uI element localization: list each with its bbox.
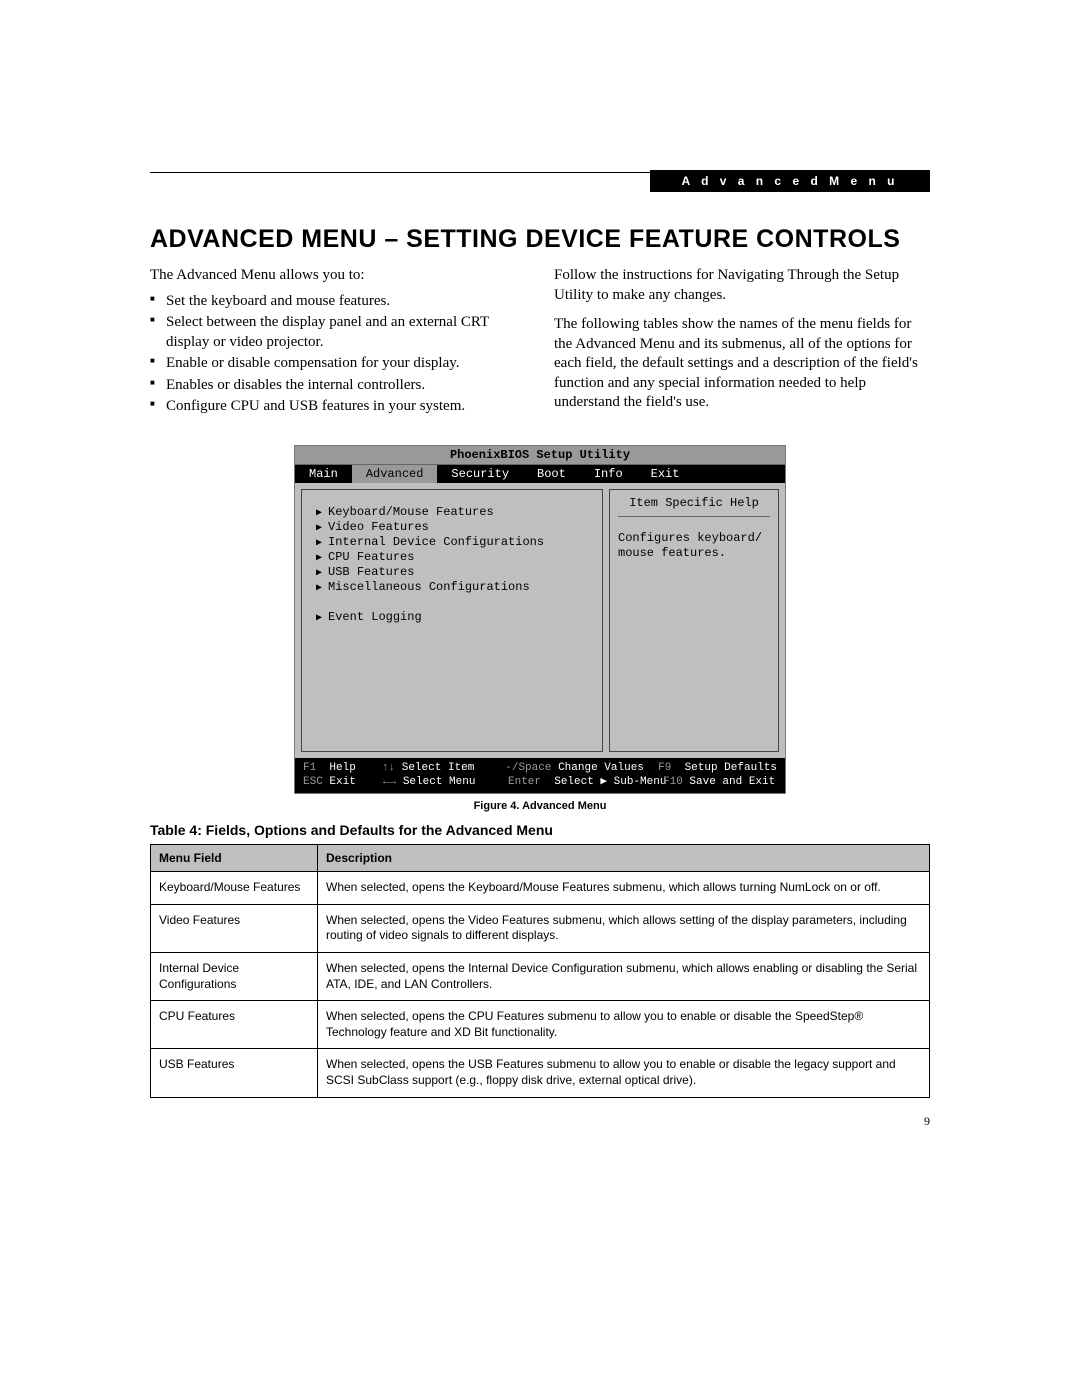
key-f9: F9	[658, 762, 671, 774]
tab-advanced[interactable]: Advanced	[352, 465, 438, 483]
bios-window-title: PhoenixBIOS Setup Utility	[295, 446, 785, 465]
key-arrows-leftright: ←→	[383, 776, 396, 788]
key-label: Help	[329, 762, 355, 774]
document-page: A d v a n c e d M e n u ADVANCED MENU – …	[0, 0, 1080, 1397]
table-cell-field: CPU Features	[151, 1001, 318, 1049]
bios-tab-bar: Main Advanced Security Boot Info Exit	[295, 465, 785, 483]
left-column: The Advanced Menu allows you to: Set the…	[150, 266, 526, 423]
key-label: Select ▶ Sub-Menu	[554, 776, 666, 788]
key-label: Exit	[329, 776, 355, 788]
page-number: 9	[924, 1114, 930, 1129]
advanced-menu-fields-table: Menu Field Description Keyboard/Mouse Fe…	[150, 844, 930, 1097]
key-enter: Enter	[508, 776, 541, 788]
bios-menu-item[interactable]: Event Logging	[316, 610, 592, 624]
key-label: Select Item	[402, 762, 475, 774]
key-label: Save and Exit	[689, 776, 775, 788]
table-cell-desc: When selected, opens the Keyboard/Mouse …	[318, 872, 930, 905]
intro-text: The Advanced Menu allows you to:	[150, 266, 526, 286]
bios-menu-item[interactable]: Video Features	[316, 520, 592, 534]
table-header-menu-field: Menu Field	[151, 845, 318, 872]
table-header-description: Description	[318, 845, 930, 872]
bios-menu-item[interactable]: CPU Features	[316, 550, 592, 564]
bios-body: Keyboard/Mouse Features Video Features I…	[295, 483, 785, 758]
bios-help-pane: Item Specific Help Configures keyboard/ …	[609, 489, 779, 752]
tab-exit[interactable]: Exit	[637, 465, 694, 483]
table-row: CPU Features When selected, opens the CP…	[151, 1001, 930, 1049]
list-item: Set the keyboard and mouse features.	[150, 292, 526, 312]
tab-main[interactable]: Main	[295, 465, 352, 483]
table-cell-desc: When selected, opens the USB Features su…	[318, 1049, 930, 1097]
table-row: USB Features When selected, opens the US…	[151, 1049, 930, 1097]
table-cell-field: Keyboard/Mouse Features	[151, 872, 318, 905]
section-header-badge: A d v a n c e d M e n u	[650, 170, 930, 192]
table-cell-desc: When selected, opens the Video Features …	[318, 904, 930, 952]
list-item: Enables or disables the internal control…	[150, 376, 526, 396]
key-f10: F10	[663, 776, 683, 788]
bios-menu-item[interactable]: Internal Device Configurations	[316, 535, 592, 549]
table-cell-field: USB Features	[151, 1049, 318, 1097]
list-item: Configure CPU and USB features in your s…	[150, 397, 526, 417]
paragraph: Follow the instructions for Navigating T…	[554, 266, 930, 305]
table-cell-field: Video Features	[151, 904, 318, 952]
figure-caption: Figure 4. Advanced Menu	[150, 800, 930, 812]
list-item: Select between the display panel and an …	[150, 313, 526, 352]
bios-menu-item[interactable]: Keyboard/Mouse Features	[316, 505, 592, 519]
key-label: Setup Defaults	[685, 762, 777, 774]
bios-menu-item[interactable]: Miscellaneous Configurations	[316, 580, 592, 594]
key-esc: ESC	[303, 776, 323, 788]
spacer	[316, 595, 592, 609]
feature-bullet-list: Set the keyboard and mouse features. Sel…	[150, 292, 526, 417]
key-arrows-updown: ↑↓	[382, 762, 395, 774]
table-cell-desc: When selected, opens the CPU Features su…	[318, 1001, 930, 1049]
table-title: Table 4: Fields, Options and Defaults fo…	[150, 822, 930, 838]
tab-boot[interactable]: Boot	[523, 465, 580, 483]
two-column-body: The Advanced Menu allows you to: Set the…	[150, 266, 930, 423]
bios-menu-item[interactable]: USB Features	[316, 565, 592, 579]
key-minus-space: -/Space	[505, 762, 551, 774]
help-pane-title: Item Specific Help	[618, 496, 770, 517]
key-f1: F1	[303, 762, 316, 774]
bios-screenshot: PhoenixBIOS Setup Utility Main Advanced …	[294, 445, 786, 795]
right-column: Follow the instructions for Navigating T…	[554, 266, 930, 423]
table-cell-desc: When selected, opens the Internal Device…	[318, 952, 930, 1000]
table-cell-field: Internal Device Configurations	[151, 952, 318, 1000]
key-label: Change Values	[558, 762, 644, 774]
tab-info[interactable]: Info	[580, 465, 637, 483]
bios-footer-keys: F1 Help ↑↓ Select Item -/Space Change Va…	[295, 758, 785, 794]
table-row: Internal Device Configurations When sele…	[151, 952, 930, 1000]
bios-menu-pane: Keyboard/Mouse Features Video Features I…	[301, 489, 603, 752]
paragraph: The following tables show the names of t…	[554, 315, 930, 413]
table-row: Keyboard/Mouse Features When selected, o…	[151, 872, 930, 905]
tab-security[interactable]: Security	[437, 465, 523, 483]
help-pane-text: Configures keyboard/ mouse features.	[618, 531, 770, 562]
list-item: Enable or disable compensation for your …	[150, 354, 526, 374]
key-label: Select Menu	[403, 776, 476, 788]
page-title: ADVANCED MENU – SETTING DEVICE FEATURE C…	[150, 225, 930, 254]
table-row: Video Features When selected, opens the …	[151, 904, 930, 952]
